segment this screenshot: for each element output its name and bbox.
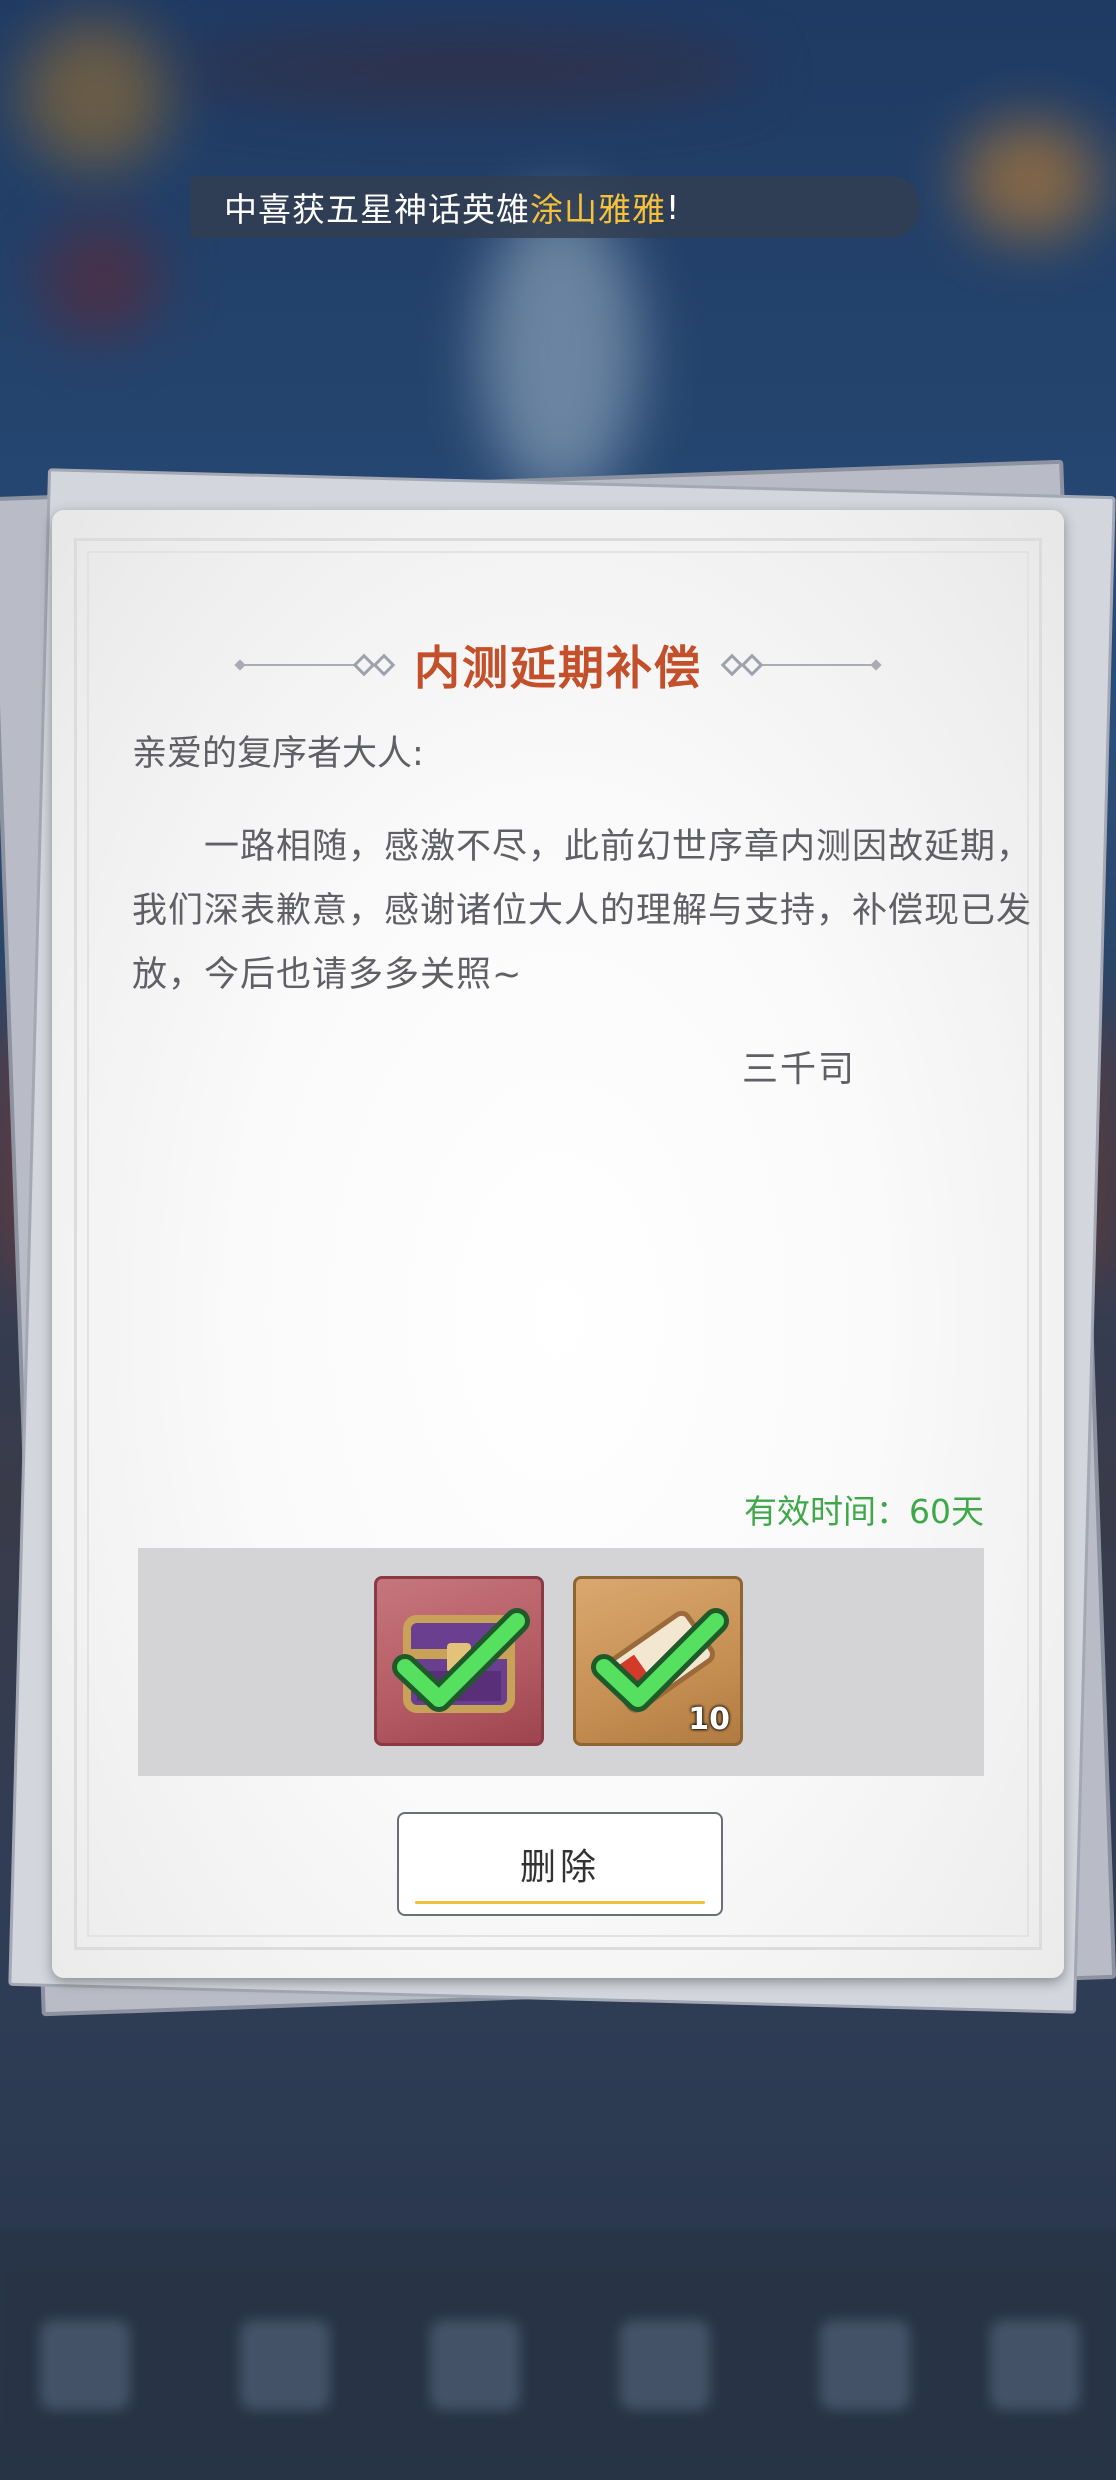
title-decoration-left [234,653,396,677]
mail-title-row: 内测延期补偿 [52,630,1064,700]
background-icon [40,220,160,340]
mail-body: 一路相随，感激不尽，此前幻世序章内测因故延期，我们深表歉意，感谢诸位大人的理解与… [132,827,1033,995]
delete-button-label: 删除 [519,1847,600,1888]
delete-button[interactable]: 删除 [397,1812,723,1916]
broadcast-text: 中喜获五星神话英雄 [224,190,530,229]
mail-greeting: 亲爱的复序者大人: [132,734,424,774]
background-bottom-nav [0,2230,1116,2480]
validity-label: 有效时间： [744,1492,909,1531]
mail-title: 内测延期补偿 [414,641,702,695]
mail-dialog: 内测延期补偿 亲爱的复序者大人: 一路相随，感激不尽，此前幻世序章内测因故延期，… [52,510,1064,1978]
broadcast-banner: 中喜获五星神话英雄 涂山雅雅! [190,176,920,238]
background-nav-slot [990,2320,1080,2410]
background-nav-slot [820,2320,910,2410]
background-nav-slot [620,2320,710,2410]
title-decoration-right [720,653,882,677]
check-icon [392,1608,530,1712]
background-nav-slot [430,2320,520,2410]
validity-value: 60天 [909,1492,984,1531]
reward-item-chest[interactable] [374,1576,544,1746]
reward-item-ticket[interactable]: 10 [573,1576,743,1746]
broadcast-suffix: ! [666,187,681,227]
background-banner [180,40,760,100]
background-avatar [20,20,170,170]
broadcast-hero-name: 涂山雅雅 [530,190,666,229]
mail-signature: 三千司 [742,1049,857,1090]
background-nav-slot [40,2320,130,2410]
delete-button-underline [415,1901,705,1904]
background-tower [480,200,640,500]
reward-strip: 10 [138,1548,984,1776]
background-nav-slot [240,2320,330,2410]
reward-count: 10 [688,1702,730,1737]
mail-validity: 有效时间：60天 [744,1485,984,1533]
background-icon [960,120,1100,240]
